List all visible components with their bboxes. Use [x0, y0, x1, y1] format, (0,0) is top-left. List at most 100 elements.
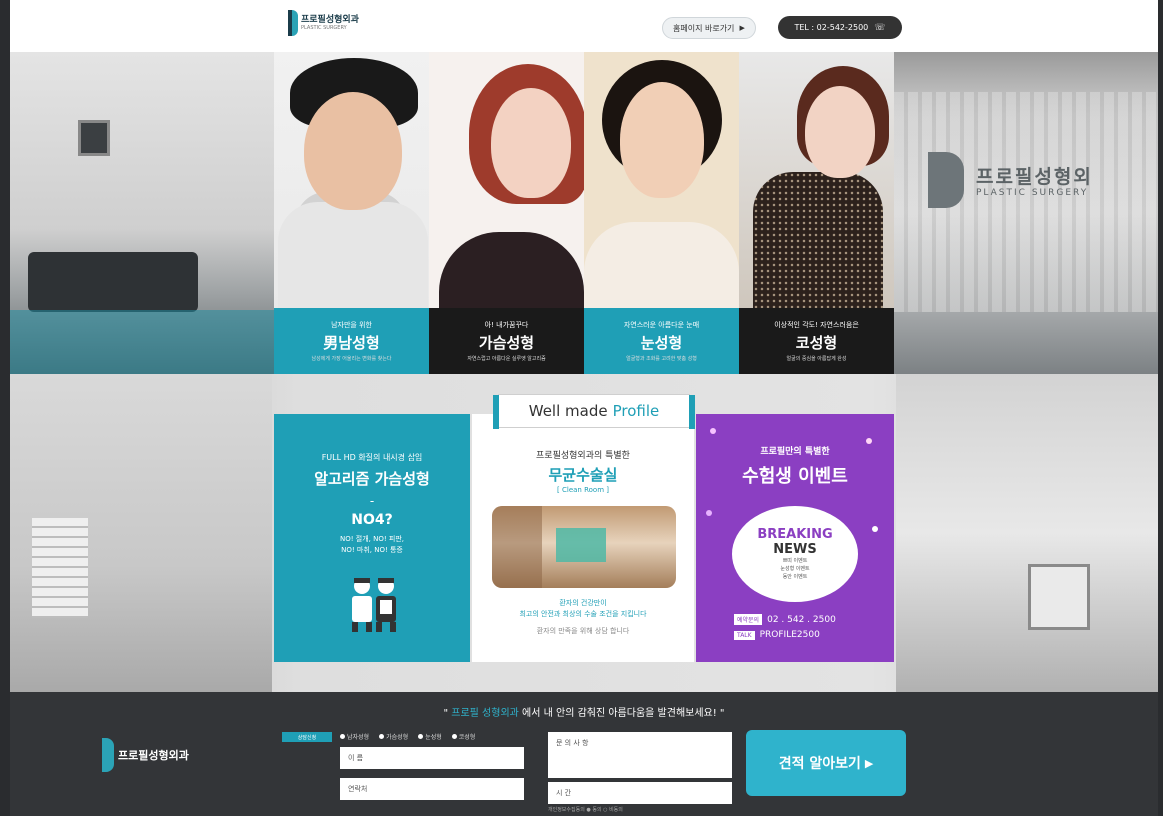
- card-kicker: 남자만을 위한: [331, 321, 372, 329]
- consult-form: 상담신청 남자성형 가슴성형 눈성형 코성형 이 름 연락처 문 의 사 항 시…: [282, 730, 742, 814]
- panel-breast-algorithm[interactable]: FULL HD 화질의 내시경 삽입 알고리즘 가슴성형 - NO4? NO! …: [274, 414, 470, 662]
- news-heading-2: NEWS: [773, 541, 817, 557]
- card-desc: 남성에게 가장 어울리는 변화를 찾는다: [311, 356, 392, 362]
- panel-student-event[interactable]: 프로필만의 특별한 수험생 이벤트 BREAKING NEWS 쁘띠 이벤트 눈…: [696, 414, 894, 662]
- radio-icon: [340, 734, 345, 739]
- logo-text: 프로필성형외과: [301, 15, 359, 25]
- doctors-icon: [352, 578, 396, 632]
- name-field[interactable]: 이 름: [340, 747, 524, 769]
- confetti-icon: [706, 510, 712, 516]
- wall-logo-icon: [928, 152, 964, 208]
- confetti-icon: [872, 526, 878, 532]
- model-portrait: [584, 52, 739, 308]
- card-nose-surgery[interactable]: 이상적인 각도! 자연스러움은 코성형 얼굴의 중심을 아름답게 완성: [739, 52, 894, 374]
- arrow-right-icon: ▶: [739, 24, 745, 32]
- phone-tag: 예약문의: [734, 614, 763, 625]
- surgery-cards: 남자만을 위한 男남성형 남성에게 가장 어울리는 변화를 찾는다 아! 내가꿈…: [274, 52, 894, 374]
- radio-icon: [379, 734, 385, 739]
- logo-mark-icon: [102, 738, 114, 772]
- confetti-icon: [710, 428, 716, 434]
- panel-desc-line: 환자의 건강만이: [559, 599, 607, 607]
- slogan-highlight: 프로필 성형외과: [451, 708, 519, 719]
- inquiry-label: 문 의 사 항: [556, 739, 589, 747]
- panel-kicker: 프로필만의 특별한: [760, 447, 830, 457]
- footer-logo-text: 프로필성형외과: [118, 749, 189, 762]
- card-desc: 얼굴형과 조화를 고려한 맞춤 성형: [626, 356, 697, 362]
- panel-dash: -: [369, 494, 375, 508]
- model-portrait: [739, 52, 894, 308]
- panel-kicker: FULL HD 화질의 내시경 삽입: [321, 453, 423, 462]
- news-item: 쁘띠 이벤트: [782, 557, 808, 564]
- time-label: 시 간: [556, 789, 572, 797]
- logo-mark-icon: [288, 10, 298, 36]
- profile-section: FULL HD 화질의 내시경 삽입 알고리즘 가슴성형 - NO4? NO! …: [10, 374, 1158, 692]
- panel-clean-room[interactable]: 프로필성형외과의 특별한 무균수술실 [ Clean Room ] 환자의 건강…: [472, 414, 694, 662]
- radio-icon: [418, 734, 424, 739]
- homepage-button-label: 홈페이지 바로가기: [673, 23, 735, 33]
- event-contact: 예약문의 02 . 542 . 2500 TALK PROFILE2500: [734, 614, 836, 640]
- panel-subtitle: [ Clean Room ]: [557, 486, 609, 494]
- tel-button[interactable]: TEL : 02-542-2500 ☏: [778, 16, 902, 39]
- privacy-agree[interactable]: 개인정보수집동의 ● 동의 ○ 비동의: [548, 806, 623, 813]
- news-bubble: BREAKING NEWS 쁘띠 이벤트 눈성형 이벤트 동안 이벤트: [732, 506, 858, 602]
- tel-button-label: TEL : 02-542-2500: [794, 23, 869, 32]
- card-kicker: 이상적인 각도! 자연스러움은: [774, 321, 859, 329]
- wall-sign: 프로필성형외 PLASTIC SURGERY: [928, 152, 1128, 212]
- panel-question: NO4?: [351, 512, 393, 528]
- interior-bg-right: [896, 374, 1158, 692]
- caret-right-icon: ▶: [864, 756, 874, 770]
- card-label: 아! 내가꿈꾸다 가슴성형 자연스럽고 아름다운 실루엣 알고리즘: [429, 308, 584, 374]
- clinic-interior-left: [10, 52, 274, 374]
- option-nose[interactable]: 코성형: [451, 732, 476, 741]
- page-frame: 프로필성형외과 PLASTIC SURGERY 홈페이지 바로가기 ▶ TEL …: [10, 0, 1158, 816]
- card-desc: 얼굴의 중심을 아름답게 완성: [786, 356, 847, 362]
- phone-field[interactable]: 연락처: [340, 778, 524, 800]
- card-label: 이상적인 각도! 자연스러움은 코성형 얼굴의 중심을 아름답게 완성: [739, 308, 894, 374]
- panel-desc-line: NO! 절개, NO! 피판,: [340, 535, 404, 543]
- panel-title: 무균수술실: [548, 466, 618, 484]
- panel-desc-line: 최고의 안전과 최상의 수술 조건을 지킵니다: [519, 610, 647, 618]
- card-title: 코성형: [795, 334, 838, 352]
- card-eye-surgery[interactable]: 자연스러운 아름다운 눈매 눈성형 얼굴형과 조화를 고려한 맞춤 성형: [584, 52, 739, 374]
- card-label: 남자만을 위한 男남성형 남성에게 가장 어울리는 변화를 찾는다: [274, 308, 429, 374]
- model-portrait: [274, 52, 429, 308]
- card-kicker: 아! 내가꿈꾸다: [484, 321, 529, 329]
- card-male-surgery[interactable]: 남자만을 위한 男남성형 남성에게 가장 어울리는 변화를 찾는다: [274, 52, 429, 374]
- card-kicker: 자연스러운 아름다운 눈매: [623, 321, 700, 329]
- option-label: 코성형: [458, 734, 476, 741]
- time-field[interactable]: 시 간: [548, 782, 732, 804]
- badge-text: Well made: [528, 402, 608, 420]
- name-label: 이 름: [348, 754, 364, 762]
- card-label: 자연스러운 아름다운 눈매 눈성형 얼굴형과 조화를 고려한 맞춤 성형: [584, 308, 739, 374]
- wall-sign-subtext: PLASTIC SURGERY: [976, 188, 1089, 198]
- card-title: 가슴성형: [478, 334, 535, 352]
- slogan-text: 에서 내 안의 감춰진 아름다움을 발견해보세요! ": [522, 708, 725, 719]
- consult-bar: " 프로필 성형외과 에서 내 안의 감춰진 아름다움을 발견해보세요! " 프…: [10, 692, 1158, 816]
- option-male[interactable]: 남자성형: [340, 732, 369, 741]
- news-heading: BREAKING: [757, 526, 833, 542]
- estimate-button[interactable]: 견적 알아보기 ▶: [746, 730, 906, 796]
- form-tag: 상담신청: [282, 732, 332, 742]
- header-logo[interactable]: 프로필성형외과 PLASTIC SURGERY: [288, 10, 359, 36]
- interior-bg-left: [10, 374, 272, 692]
- footer-logo[interactable]: 프로필성형외과: [102, 738, 189, 772]
- talk-value: PROFILE2500: [759, 630, 820, 640]
- phone-value: 02 . 542 . 2500: [767, 614, 836, 625]
- inquiry-field[interactable]: 문 의 사 항: [548, 732, 732, 778]
- card-title: 눈성형: [640, 334, 683, 352]
- logo-subtext: PLASTIC SURGERY: [301, 25, 347, 31]
- card-desc: 자연스럽고 아름다운 실루엣 알고리즘: [467, 356, 546, 362]
- slogan-quote: ": [443, 708, 449, 719]
- interior-window: [78, 120, 110, 156]
- news-item: 눈성형 이벤트: [780, 565, 810, 572]
- option-label: 남자성형: [347, 734, 370, 741]
- card-breast-surgery[interactable]: 아! 내가꿈꾸다 가슴성형 자연스럽고 아름다운 실루엣 알고리즘: [429, 52, 584, 374]
- panel-note: 환자의 만족을 위해 상담 합니다: [536, 627, 630, 635]
- option-eye[interactable]: 눈성형: [418, 732, 442, 741]
- panel-desc: NO! 절개, NO! 피판, NO! 마취, NO! 통증: [274, 534, 470, 556]
- homepage-button[interactable]: 홈페이지 바로가기 ▶: [662, 17, 756, 39]
- option-breast[interactable]: 가슴성형: [379, 732, 408, 741]
- well-made-profile-badge: Well made Profile: [493, 394, 695, 429]
- wall-sign-text: 프로필성형외: [976, 166, 1093, 188]
- panel-title: 수험생 이벤트: [742, 466, 848, 487]
